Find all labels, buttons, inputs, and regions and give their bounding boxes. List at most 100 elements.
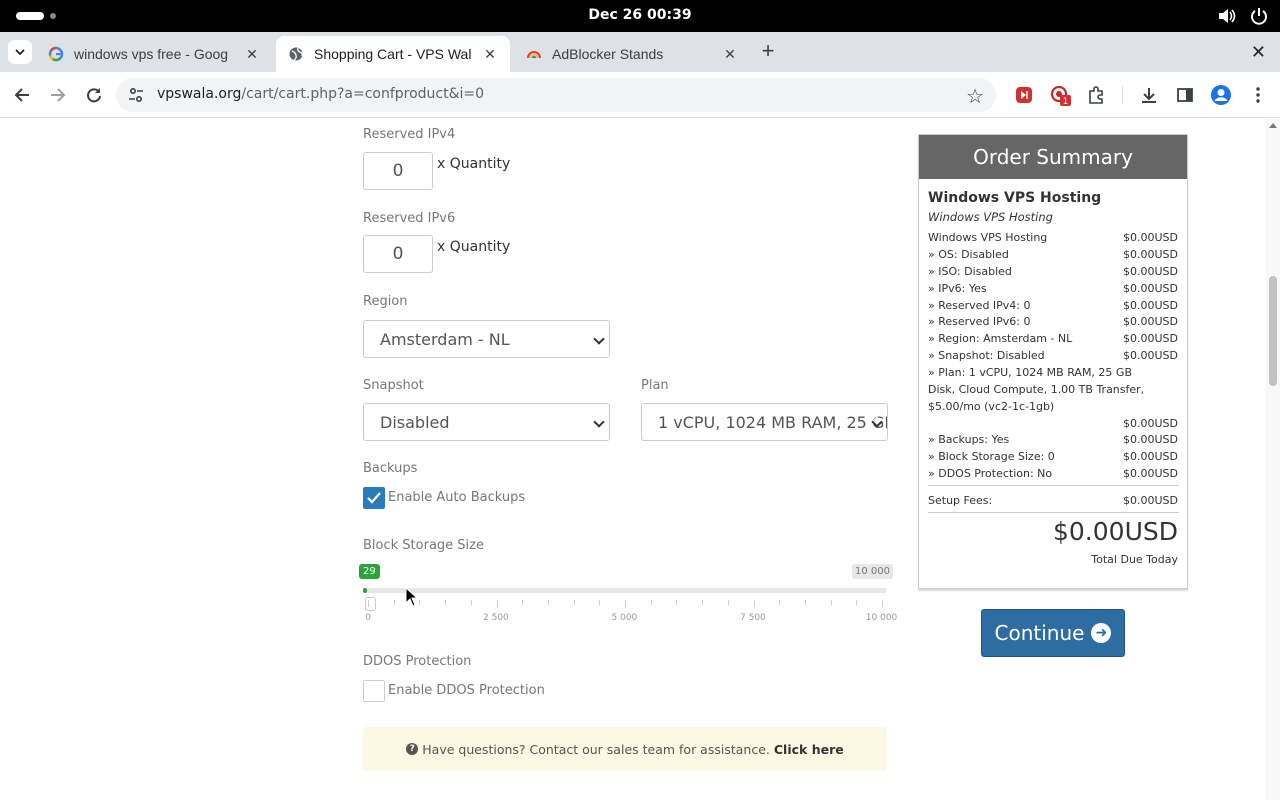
tab-strip: windows vps free - Goog ✕ Shopping Cart …	[0, 32, 1280, 72]
reserved-ipv6-input[interactable]: 0	[363, 235, 433, 273]
close-tab-icon[interactable]: ✕	[244, 46, 260, 62]
new-tab-button[interactable]: +	[757, 40, 779, 63]
continue-button[interactable]: Continue ➜	[981, 609, 1125, 657]
help-alert: ? Have questions? Contact our sales team…	[363, 727, 887, 771]
slider-tick-label: 2 500	[483, 613, 509, 623]
slider-handle[interactable]	[364, 597, 376, 611]
rainbow-icon	[526, 46, 542, 62]
google-icon	[48, 46, 64, 62]
profile-avatar-icon[interactable]	[1210, 84, 1232, 106]
site-settings-icon[interactable]	[128, 87, 144, 103]
order-summary-panel: Order Summary Windows VPS Hosting Window…	[918, 134, 1188, 589]
tab-title: windows vps free - Goog	[74, 46, 229, 62]
mouse-cursor-icon	[405, 587, 419, 607]
toolbar-divider	[1122, 86, 1123, 104]
slider-fill	[363, 588, 367, 593]
tab-shopping-cart[interactable]: Shopping Cart - VPS Wal ✕	[276, 36, 510, 72]
ddos-checkbox-label[interactable]: Enable DDOS Protection	[388, 683, 545, 698]
slider-tick	[470, 600, 472, 605]
ddos-checkbox[interactable]	[363, 680, 385, 702]
extension-badge-count: 1	[1063, 97, 1069, 106]
backups-checkbox-label[interactable]: Enable Auto Backups	[388, 490, 525, 505]
power-icon[interactable]	[1250, 7, 1268, 25]
reserved-ipv4-input[interactable]: 0	[363, 152, 433, 190]
close-tab-icon[interactable]: ✕	[482, 46, 498, 62]
reserved-ipv4-quantity-label: x Quantity	[437, 156, 511, 172]
slider-tick	[650, 600, 652, 605]
adblock-extension-icon[interactable]: 1	[1049, 84, 1071, 106]
region-select[interactable]: Amsterdam - NL	[363, 320, 610, 358]
clock[interactable]: Dec 26 00:39	[0, 7, 1280, 23]
slider-tick	[676, 600, 678, 605]
forward-button[interactable]	[47, 84, 69, 106]
reload-button[interactable]	[83, 84, 105, 106]
slider-tick-label: 7 500	[740, 613, 766, 623]
help-click-here-link[interactable]: Click here	[774, 742, 844, 757]
slider-tick	[856, 600, 858, 605]
download-icon[interactable]	[1138, 84, 1160, 106]
side-panel-icon[interactable]	[1174, 84, 1196, 106]
slider-tick	[804, 600, 806, 605]
slider-tick	[830, 600, 832, 605]
slider-tick	[522, 600, 524, 605]
page-scrollbar[interactable]	[1266, 119, 1280, 800]
continue-label: Continue	[994, 621, 1085, 645]
slider-tick	[445, 600, 447, 605]
reload-icon	[87, 88, 101, 103]
plan-select[interactable]: 1 vCPU, 1024 MB RAM, 25 GB Disk	[641, 403, 888, 441]
snapshot-label: Snapshot	[363, 378, 424, 393]
back-button[interactable]	[11, 84, 33, 106]
slider-tick-label: 5 000	[611, 613, 638, 623]
total-amount: $0.00USD	[1053, 517, 1178, 546]
chevron-down-icon	[593, 333, 605, 345]
os-top-bar: Dec 26 00:39	[0, 0, 1280, 32]
browser-toolbar: vpswala.org/cart/cart.php?a=confproduct&…	[0, 72, 1280, 118]
slider-tick	[779, 600, 781, 605]
backups-checkbox[interactable]	[363, 487, 385, 509]
more-menu-icon[interactable]	[1247, 84, 1269, 106]
arrow-right-icon	[51, 88, 66, 102]
region-selected-value: Amsterdam - NL	[380, 329, 510, 349]
extensions-puzzle-icon[interactable]	[1085, 84, 1107, 106]
bookmark-star-icon[interactable]: ☆	[966, 84, 984, 109]
chevron-down-icon	[15, 48, 25, 55]
tab-adblocker[interactable]: AdBlocker Stands ✕	[514, 36, 750, 72]
plan-selected-value: 1 vCPU, 1024 MB RAM, 25 GB Disk	[658, 412, 887, 432]
volume-icon[interactable]	[1218, 8, 1236, 24]
slider-tick	[882, 600, 883, 607]
scroll-up-arrow-icon[interactable]	[1269, 123, 1277, 128]
slider-tick	[393, 600, 395, 605]
slider-tick	[573, 600, 575, 605]
arrow-left-icon	[14, 88, 29, 102]
summary-divider	[928, 512, 1179, 513]
slider-tick-label: 10 000	[865, 613, 898, 623]
ddos-label: DDOS Protection	[363, 654, 472, 669]
block-storage-slider-track[interactable]	[363, 588, 887, 593]
window-close-button[interactable]: ✕	[1251, 42, 1266, 63]
media-extension-icon[interactable]	[1013, 84, 1035, 106]
tab-search-button[interactable]	[8, 40, 32, 64]
scrollbar-thumb[interactable]	[1269, 276, 1277, 386]
slider-tick	[727, 600, 729, 605]
slider-tick	[753, 600, 755, 607]
slider-max-badge: 10 000	[852, 564, 893, 579]
checkmark-icon	[367, 492, 381, 504]
slider-tick	[547, 600, 549, 605]
arrow-circle-right-icon: ➜	[1091, 623, 1112, 643]
order-summary-title: Order Summary	[919, 135, 1187, 179]
address-bar[interactable]: vpswala.org/cart/cart.php?a=confproduct&…	[116, 78, 996, 112]
slider-tick	[625, 600, 626, 607]
slider-value-badge: 29	[359, 564, 380, 579]
reserved-ipv6-quantity-label: x Quantity	[437, 239, 511, 255]
url-text[interactable]: vpswala.org/cart/cart.php?a=confproduct&…	[157, 86, 484, 102]
total-due-label: Total Due Today	[1091, 553, 1178, 566]
close-tab-icon[interactable]: ✕	[722, 46, 738, 62]
slider-tick-label: 0	[365, 613, 372, 623]
snapshot-select[interactable]: Disabled	[363, 403, 610, 441]
globe-icon	[288, 46, 304, 62]
help-text: Have questions? Contact our sales team f…	[422, 741, 770, 757]
slider-tick	[599, 600, 601, 605]
chevron-down-icon	[593, 416, 605, 428]
tab-google-search[interactable]: windows vps free - Goog ✕	[36, 36, 272, 72]
block-storage-label: Block Storage Size	[363, 538, 484, 553]
